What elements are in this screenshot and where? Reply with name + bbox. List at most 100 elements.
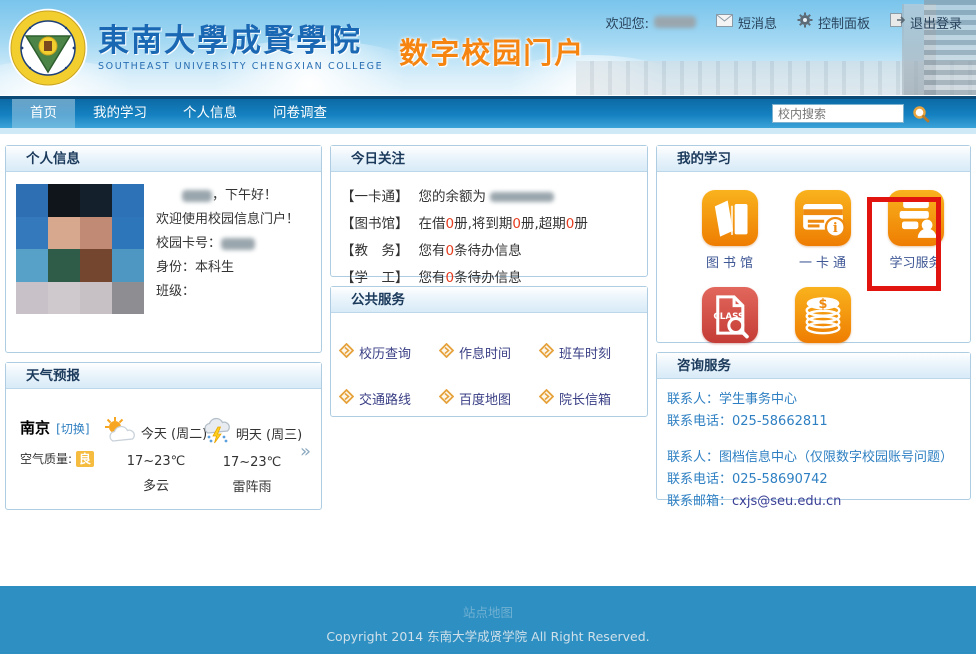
app-1[interactable]: i一卡通	[776, 190, 869, 271]
weather-day-name: 明天 (周三)	[236, 424, 302, 443]
consult-label: 联系电话：	[667, 472, 732, 487]
focus-count-red: 0	[512, 216, 521, 232]
service-link-label: 院长信箱	[559, 389, 611, 408]
panel-title: 天气预报	[6, 363, 321, 389]
focus-text: 您的余额为	[419, 189, 487, 205]
avatar-pixel	[80, 249, 112, 282]
avatar-pixel	[48, 282, 80, 315]
service-link-4[interactable]: 百度地图	[439, 375, 539, 421]
page-footer: 站点地图 Copyright 2014 东南大学成贤学院 All Right R…	[0, 586, 976, 654]
censored-balance	[490, 192, 554, 202]
focus-line-0: 【一卡通】您的余额为	[341, 184, 637, 211]
svg-text:$: $	[818, 297, 827, 312]
avatar-pixel	[80, 184, 112, 217]
app-0[interactable]: 图书馆	[683, 190, 776, 271]
censored-username	[654, 16, 696, 28]
consult-label: 联系人：	[667, 450, 719, 465]
class-label: 班级：	[156, 284, 195, 299]
diamond-arrow-icon	[339, 343, 354, 362]
panel-title: 今日关注	[331, 146, 647, 172]
topbar-link-1[interactable]: 控制面板	[797, 12, 870, 32]
service-link-label: 百度地图	[459, 389, 511, 408]
panel-today-focus: 今日关注 【一卡通】您的余额为【图书馆】在借0册,将到期0册,超期0册【教 务】…	[330, 145, 648, 277]
greeting-line: ，下午好！	[156, 184, 299, 208]
avatar-pixel	[16, 184, 48, 217]
thunderstorm-icon	[202, 417, 236, 449]
service-link-0[interactable]: 校历查询	[339, 329, 439, 375]
panel-weather: 天气预报 南京 [切换] 空气质量: 良 今天 (周二)17~23℃多云明天 (…	[5, 362, 322, 510]
topbar: 欢迎您: 短消息控制面板退出登录	[606, 12, 962, 32]
consult-label: 联系邮箱：	[667, 494, 732, 509]
censored-name	[182, 190, 212, 202]
consult-line: 联系人：学生事务中心	[667, 389, 960, 411]
consult-line: 联系邮箱：cxjs@seu.edu.cn	[667, 491, 960, 513]
page-header: 東南大學成賢學院 SOUTHEAST UNIVERSITY CHENGXIAN …	[0, 0, 976, 96]
sitemap-link[interactable]: 站点地图	[0, 602, 976, 621]
search-input[interactable]	[772, 104, 904, 123]
college-name-zh: 東南大學成賢學院	[98, 24, 383, 58]
focus-text: 在借	[419, 216, 446, 232]
focus-count-red: 0	[446, 270, 455, 286]
app-2[interactable]: 学习服务	[869, 190, 962, 271]
topbar-link-2[interactable]: 退出登录	[890, 12, 962, 32]
focus-text: 册,将到期	[454, 216, 512, 232]
nav-item-3[interactable]: 问卷调查	[255, 99, 345, 128]
focus-count-red: 0	[446, 216, 455, 232]
focus-tag: 【图书馆】	[341, 216, 409, 232]
library-icon	[702, 190, 758, 246]
city-name: 南京	[20, 419, 50, 437]
weather-more-icon[interactable]: »	[300, 441, 311, 462]
focus-text: 条待办信息	[454, 270, 522, 286]
class-system-icon: CLASS	[702, 287, 758, 343]
search-icon[interactable]	[912, 105, 930, 123]
app-label: 图书馆	[706, 252, 757, 271]
weather-temp: 17~23℃	[108, 454, 204, 469]
avatar-pixel	[48, 249, 80, 282]
identity-value: 本科生	[195, 260, 234, 275]
topbar-link-0[interactable]: 短消息	[716, 12, 777, 32]
focus-text: 条待办信息	[454, 243, 522, 259]
card-icon: i	[795, 190, 851, 246]
brand-text: 東南大學成賢學院 SOUTHEAST UNIVERSITY CHENGXIAN …	[98, 24, 383, 72]
focus-text: 册	[574, 216, 588, 232]
nav-item-2[interactable]: 个人信息	[165, 99, 255, 128]
copyright-text: Copyright 2014 东南大学成贤学院 All Right Reserv…	[0, 626, 976, 645]
consult-email: cxjs@seu.edu.cn	[732, 494, 841, 509]
topbar-link-label: 退出登录	[910, 13, 962, 32]
panel-personal-info: 个人信息 ，下午好！ 欢迎使用校园信息门户！ 校园卡号： 身份：本科生 班级：	[5, 145, 322, 353]
service-link-label: 作息时间	[459, 343, 511, 362]
diamond-arrow-icon	[439, 389, 454, 408]
main-nav: 首页我的学习个人信息问卷调查	[0, 96, 976, 128]
panel-title: 我的学习	[657, 146, 970, 172]
air-quality-badge: 良	[76, 451, 94, 467]
weather-day-0: 今天 (周二)17~23℃多云	[108, 417, 204, 495]
consult-body: 联系人：学生事务中心联系电话：025-58662811 联系人：图档信息中心（仅限…	[657, 379, 970, 513]
city-switch-link[interactable]: [切换]	[56, 422, 89, 436]
focus-line-2: 【教 务】您有0条待办信息	[341, 238, 637, 265]
brand: 東南大學成賢學院 SOUTHEAST UNIVERSITY CHENGXIAN …	[8, 8, 585, 88]
avatar-pixel	[80, 282, 112, 315]
service-link-2[interactable]: 班车时刻	[539, 329, 639, 375]
avatar-pixel	[48, 217, 80, 250]
service-link-label: 班车时刻	[559, 343, 611, 362]
weather-condition: 多云	[108, 475, 204, 494]
avatar-pixel	[112, 217, 144, 250]
nav-bottom-strip	[0, 128, 976, 134]
avatar-pixel	[16, 249, 48, 282]
welcome-line: 欢迎使用校园信息门户！	[156, 208, 299, 232]
service-link-1[interactable]: 作息时间	[439, 329, 539, 375]
card-label: 校园卡号：	[156, 236, 221, 251]
service-link-5[interactable]: 院长信箱	[539, 375, 639, 421]
consult-group-0: 联系人：学生事务中心联系电话：025-58662811	[667, 389, 960, 433]
profile-body: ，下午好！ 欢迎使用校园信息门户！ 校园卡号： 身份：本科生 班级：	[6, 172, 321, 314]
service-link-label: 交通路线	[359, 389, 411, 408]
study-service-icon	[888, 190, 944, 246]
consult-group-1: 联系人：图档信息中心（仅限数字校园账号问题）联系电话：025-58690742联…	[667, 447, 960, 513]
service-link-3[interactable]: 交通路线	[339, 375, 439, 421]
nav-item-1[interactable]: 我的学习	[75, 99, 165, 128]
consult-line: 联系电话：025-58690742	[667, 469, 960, 491]
panel-title: 个人信息	[6, 146, 321, 172]
consult-value: 025-58690742	[732, 472, 828, 487]
logout-icon	[890, 13, 905, 31]
focus-tag: 【学 工】	[341, 270, 409, 286]
